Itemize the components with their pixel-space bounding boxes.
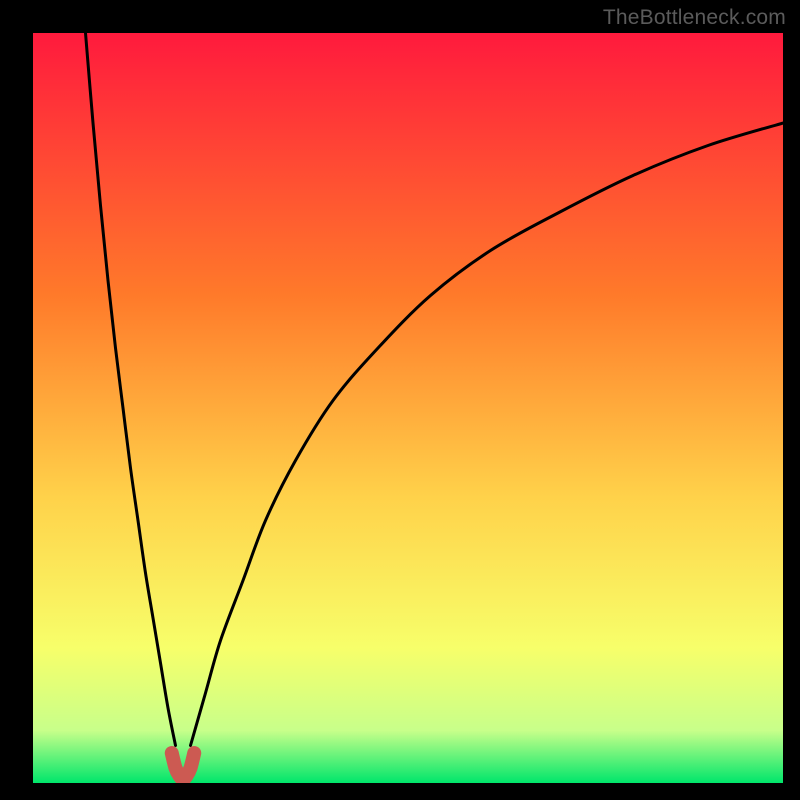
plot-area [33,33,783,783]
chart-canvas [33,33,783,783]
watermark-text: TheBottleneck.com [603,6,786,30]
gradient-background [33,33,783,783]
chart-frame: TheBottleneck.com [0,0,800,800]
